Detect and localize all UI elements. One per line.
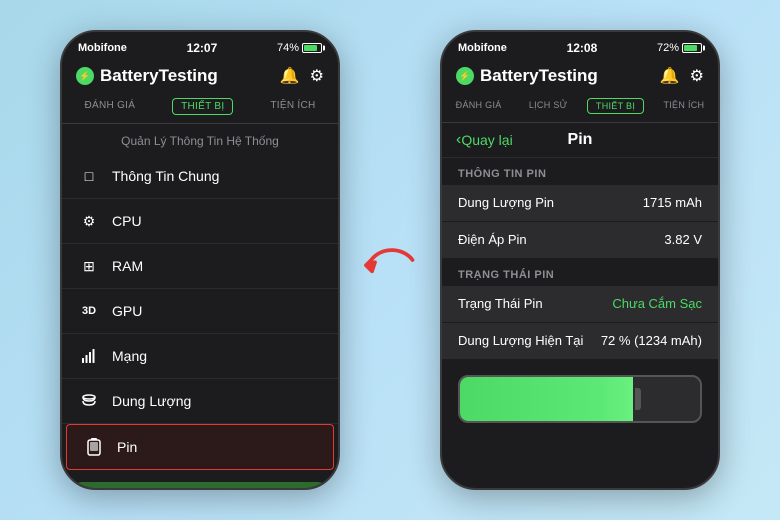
ram-icon: ⊞ [78,255,100,277]
trang-thai-pin-label: Trạng Thái Pin [458,296,543,311]
main-container: Mobifone 12:07 74% ⚡ BatteryTesting 🔔 ⚙ … [0,0,780,520]
left-menu-ram[interactable]: ⊞ RAM [62,244,338,289]
left-status-bar: Mobifone 12:07 74% [62,32,338,60]
left-menu-pin[interactable]: Pin [66,424,334,470]
right-battery-fill [684,45,697,51]
pin-icon [83,436,105,458]
right-time: 12:08 [567,41,598,55]
left-gear-icon[interactable]: ⚙ [310,66,324,86]
right-app-title-group: ⚡ BatteryTesting [456,66,598,86]
red-arrow-svg [360,225,420,295]
info-row-dung-luong-pin: Dung Lượng Pin 1715 mAh [442,185,718,221]
mang-icon [78,345,100,367]
cpu-label: CPU [112,213,142,229]
dien-ap-pin-label: Điện Áp Pin [458,232,527,247]
right-tab-bar: ĐÁNH GIÁ LỊCH SỬ THIẾT BỊ TIỆN ÍCH [442,92,718,123]
right-tab-danh-gia[interactable]: ĐÁNH GIÁ [448,98,510,114]
section-header-thong-tin-pin: THÔNG TIN PIN [442,158,718,184]
info-row-dien-ap-pin: Điện Áp Pin 3.82 V [442,222,718,258]
right-app-header: ⚡ BatteryTesting 🔔 ⚙ [442,60,718,92]
left-carrier: Mobifone [78,42,127,54]
right-battery-area: 72% [657,42,702,54]
trang-thai-pin-value: Chưa Cắm Sạc [612,296,702,311]
mang-label: Mạng [112,348,147,364]
left-menu-mang[interactable]: Mạng [62,334,338,379]
section-header-trang-thai-pin: TRẠNG THÁI PIN [442,259,718,285]
left-app-icon: ⚡ [76,67,94,85]
dung-luong-hien-tai-label: Dung Lượng Hiện Tại [458,333,583,348]
right-tab-tien-ich[interactable]: TIỆN ÍCH [655,98,712,114]
right-bell-icon[interactable]: 🔔 [660,66,680,86]
right-tab-thiet-bi[interactable]: THIẾT BỊ [587,98,644,114]
left-tab-danh-gia[interactable]: ĐÁNH GIÁ [76,98,143,115]
right-tab-lich-su[interactable]: LỊCH SỬ [521,98,576,114]
right-phone: Mobifone 12:08 72% ⚡ BatteryTesting 🔔 ⚙ … [440,30,720,490]
back-label[interactable]: Quay lại [461,132,512,148]
left-menu-cpu[interactable]: ⚙ CPU [62,199,338,244]
battery-visual [458,375,702,423]
left-section-title: Quản Lý Thông Tin Hệ Thống [62,124,338,154]
pin-label: Pin [117,439,137,455]
right-app-icon: ⚡ [456,67,474,85]
right-carrier: Mobifone [458,42,507,54]
left-app-header: ⚡ BatteryTesting 🔔 ⚙ [62,60,338,92]
right-battery-text: 72% [657,42,679,54]
dung-luong-pin-label: Dung Lượng Pin [458,195,554,210]
dung-luong-hien-tai-value: 72 % (1234 mAh) [601,333,702,348]
left-app-title-text: BatteryTesting [100,66,218,86]
info-row-trang-thai-pin: Trạng Thái Pin Chưa Cắm Sạc [442,286,718,322]
page-title: Pin [568,131,593,149]
left-phone: Mobifone 12:07 74% ⚡ BatteryTesting 🔔 ⚙ … [60,30,340,490]
ram-label: RAM [112,258,143,274]
dung-luong-label: Dung Lượng [112,393,191,409]
left-menu-dung-luong[interactable]: Dung Lượng [62,379,338,424]
left-app-title-group: ⚡ BatteryTesting [76,66,218,86]
arrow-container [360,225,420,295]
thong-tin-chung-icon: □ [78,165,100,187]
right-gear-icon[interactable]: ⚙ [690,66,704,86]
cpu-icon: ⚙ [78,210,100,232]
left-menu-gpu[interactable]: 3D GPU [62,289,338,334]
left-time: 12:07 [187,41,218,55]
left-menu-thong-tin-chung[interactable]: □ Thông Tin Chung [62,154,338,199]
info-row-dung-luong-hien-tai: Dung Lượng Hiện Tại 72 % (1234 mAh) [442,323,718,359]
left-tab-bar: ĐÁNH GIÁ THIẾT BỊ TIỆN ÍCH [62,92,338,124]
gpu-label: GPU [112,303,142,319]
left-battery-text: 74% [277,42,299,54]
left-install-button[interactable]: ⬇ Cài đặt phiên bản đầy đủ › [72,482,328,490]
gpu-icon: 3D [78,300,100,322]
left-battery-icon [302,43,322,53]
thong-tin-chung-label: Thông Tin Chung [112,168,219,184]
battery-visual-fill [460,377,633,421]
right-battery-icon [682,43,702,53]
left-tab-tien-ich[interactable]: TIỆN ÍCH [262,98,323,115]
dung-luong-icon [78,390,100,412]
dung-luong-pin-value: 1715 mAh [643,195,702,210]
left-bell-icon[interactable]: 🔔 [280,66,300,86]
left-header-icons: 🔔 ⚙ [280,66,324,86]
left-battery-area: 74% [277,42,322,54]
right-app-title-text: BatteryTesting [480,66,598,86]
right-header-icons: 🔔 ⚙ [660,66,704,86]
dien-ap-pin-value: 3.82 V [664,232,702,247]
right-status-bar: Mobifone 12:08 72% [442,32,718,60]
left-battery-fill [304,45,317,51]
back-nav: ‹ Quay lại Pin [442,123,718,158]
left-tab-thiet-bi[interactable]: THIẾT BỊ [172,98,233,115]
